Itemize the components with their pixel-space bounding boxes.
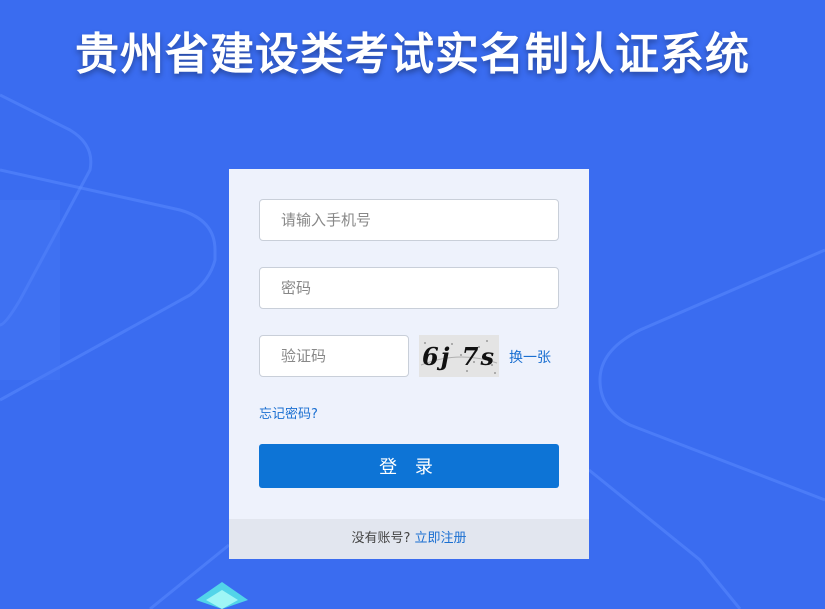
forgot-password-link[interactable]: 忘记密码? bbox=[259, 403, 318, 422]
register-footer: 没有账号? 立即注册 bbox=[229, 519, 589, 559]
captcha-input[interactable] bbox=[259, 335, 409, 377]
register-link[interactable]: 立即注册 bbox=[415, 531, 467, 546]
refresh-captcha-link[interactable]: 换一张 bbox=[509, 347, 551, 367]
phone-input[interactable] bbox=[259, 199, 559, 241]
login-button[interactable]: 登 录 bbox=[259, 444, 559, 488]
no-account-text: 没有账号? bbox=[351, 531, 411, 546]
captcha-text: 6j 7s bbox=[422, 342, 496, 371]
captcha-image[interactable]: 6j 7s bbox=[419, 335, 499, 377]
page-title: 贵州省建设类考试实名制认证系统 bbox=[75, 29, 750, 80]
diamond-glow-icon bbox=[196, 582, 248, 609]
password-input[interactable] bbox=[259, 267, 559, 309]
login-panel: 6j 7s 换一张 忘记密码? 登 录 没有账号? 立即注册 bbox=[229, 169, 589, 559]
